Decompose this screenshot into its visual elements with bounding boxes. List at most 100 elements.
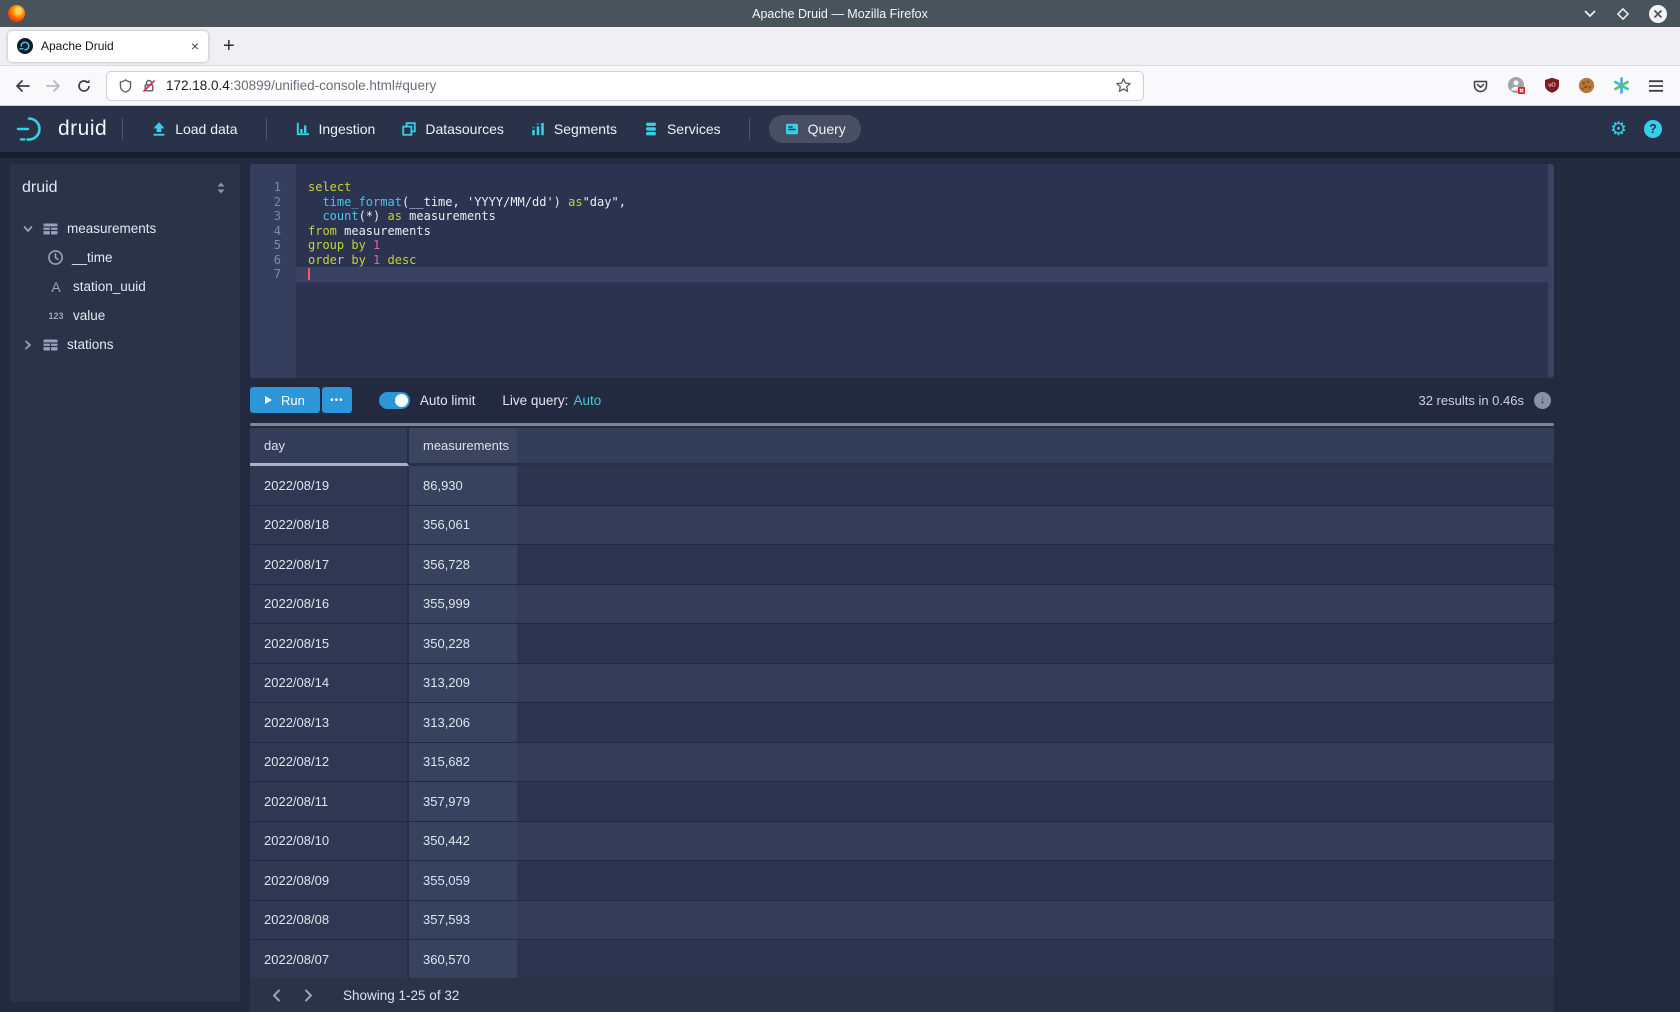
- row-filler: [517, 585, 1554, 624]
- double-caret-icon[interactable]: [214, 180, 228, 196]
- menu-icon[interactable]: [1648, 79, 1664, 93]
- panel-resize-handle[interactable]: [250, 423, 1554, 426]
- cell-measurements[interactable]: 356,728: [409, 545, 517, 584]
- divider: [122, 118, 123, 140]
- row-filler: [517, 624, 1554, 663]
- code-line[interactable]: count(*) as measurements: [296, 209, 1554, 224]
- pocket-icon[interactable]: [1472, 78, 1489, 94]
- nav-item-query[interactable]: Query: [769, 115, 861, 143]
- browser-tab[interactable]: Apache Druid ×: [8, 31, 208, 62]
- ublock-icon[interactable]: uO: [1544, 77, 1560, 94]
- cell-day[interactable]: 2022/08/17: [250, 545, 409, 584]
- cell-day[interactable]: 2022/08/16: [250, 585, 409, 624]
- cell-day[interactable]: 2022/08/11: [250, 782, 409, 821]
- code-line[interactable]: order by 1 desc: [296, 253, 1554, 268]
- column-header-day[interactable]: day: [250, 428, 409, 466]
- code-lines[interactable]: select time_format(__time, 'YYYY/MM/dd')…: [296, 164, 1554, 378]
- sql-token: [366, 253, 373, 267]
- row-filler: [517, 782, 1554, 821]
- nav-item-label: Query: [808, 121, 846, 137]
- lock-insecure-icon[interactable]: [141, 78, 157, 94]
- tree-column-value[interactable]: 123 value: [22, 301, 228, 330]
- download-icon[interactable]: ↓: [1534, 392, 1551, 409]
- cell-day[interactable]: 2022/08/12: [250, 743, 409, 782]
- url-host: 172.18.0.4: [166, 78, 230, 93]
- cell-day[interactable]: 2022/08/10: [250, 822, 409, 861]
- nav-item-services[interactable]: Services: [643, 121, 721, 137]
- cell-measurements[interactable]: 313,209: [409, 664, 517, 703]
- run-button[interactable]: Run: [250, 387, 320, 413]
- column-header-measurements[interactable]: measurements: [409, 428, 517, 466]
- schema-selector[interactable]: druid: [22, 179, 214, 197]
- bookmark-star-icon[interactable]: [1115, 77, 1132, 94]
- account-extension-icon[interactable]: [1507, 76, 1526, 95]
- nav-item-label: Ingestion: [319, 121, 376, 137]
- cell-day[interactable]: 2022/08/19: [250, 466, 409, 505]
- extension-asterisk-icon[interactable]: [1613, 77, 1630, 94]
- url-bar[interactable]: 172.18.0.4:30899/unified-console.html#qu…: [106, 71, 1144, 101]
- cell-measurements[interactable]: 360,570: [409, 940, 517, 978]
- cell-measurements[interactable]: 313,206: [409, 703, 517, 742]
- tree-column-station-uuid[interactable]: A station_uuid: [22, 272, 228, 301]
- nav-item-ingestion[interactable]: Ingestion: [295, 121, 376, 137]
- cell-day[interactable]: 2022/08/08: [250, 901, 409, 940]
- sql-token: ): [554, 195, 568, 209]
- auto-limit-toggle[interactable]: [379, 392, 410, 409]
- cell-measurements[interactable]: 357,979: [409, 782, 517, 821]
- nav-item-datasources[interactable]: Datasources: [401, 121, 504, 137]
- code-line[interactable]: time_format(__time, 'YYYY/MM/dd') as"day…: [296, 195, 1554, 210]
- sql-token: 1: [373, 238, 380, 252]
- reload-icon[interactable]: [76, 78, 92, 94]
- help-icon[interactable]: ?: [1644, 120, 1662, 138]
- chevron-right-icon[interactable]: [22, 339, 34, 351]
- sql-token: [380, 253, 387, 267]
- datasources-icon: [401, 121, 417, 137]
- cell-measurements[interactable]: 355,999: [409, 585, 517, 624]
- run-more-button[interactable]: •••: [322, 387, 352, 413]
- cell-measurements[interactable]: 356,061: [409, 506, 517, 545]
- gear-icon[interactable]: ⚙: [1610, 120, 1627, 139]
- code-line[interactable]: from measurements: [296, 224, 1554, 239]
- code-line[interactable]: group by 1: [296, 238, 1554, 253]
- cell-day[interactable]: 2022/08/13: [250, 703, 409, 742]
- cell-day[interactable]: 2022/08/07: [250, 940, 409, 978]
- line-number: 5: [250, 238, 296, 253]
- play-icon: [265, 396, 272, 404]
- tab-close-icon[interactable]: ×: [191, 39, 199, 53]
- new-tab-button[interactable]: +: [223, 35, 235, 58]
- prev-page-icon[interactable]: [271, 989, 282, 1002]
- load-data-icon: [151, 121, 167, 137]
- next-page-icon[interactable]: [303, 989, 314, 1002]
- cookie-extension-icon[interactable]: [1578, 77, 1595, 94]
- nav-item-load-data[interactable]: Load data: [151, 121, 237, 137]
- tree-table-stations[interactable]: stations: [22, 330, 228, 359]
- cell-measurements[interactable]: 86,930: [409, 466, 517, 505]
- code-line[interactable]: select: [296, 180, 1554, 195]
- sql-editor[interactable]: 1234567 select time_format(__time, 'YYYY…: [250, 164, 1554, 378]
- segments-icon: [530, 121, 546, 137]
- shield-icon[interactable]: [118, 78, 133, 94]
- table-row: 2022/08/14313,209: [250, 664, 1554, 704]
- tree-column-time[interactable]: __time: [22, 243, 228, 272]
- forward-icon[interactable]: [45, 78, 62, 94]
- chevron-down-icon[interactable]: [22, 223, 34, 235]
- cell-day[interactable]: 2022/08/18: [250, 506, 409, 545]
- sql-token: [308, 209, 322, 223]
- sql-token: from: [308, 224, 337, 238]
- cell-day[interactable]: 2022/08/09: [250, 861, 409, 900]
- editor-scrollbar[interactable]: [1548, 164, 1554, 378]
- cell-measurements[interactable]: 357,593: [409, 901, 517, 940]
- cell-day[interactable]: 2022/08/15: [250, 624, 409, 663]
- tree-table-measurements[interactable]: measurements: [22, 214, 228, 243]
- code-line[interactable]: [296, 267, 1554, 282]
- cell-measurements[interactable]: 315,682: [409, 743, 517, 782]
- cell-measurements[interactable]: 350,442: [409, 822, 517, 861]
- cell-measurements[interactable]: 355,059: [409, 861, 517, 900]
- live-query-value[interactable]: Auto: [573, 393, 601, 408]
- line-number: 1: [250, 180, 296, 195]
- nav-item-segments[interactable]: Segments: [530, 121, 617, 137]
- druid-brand[interactable]: druid: [16, 115, 107, 143]
- cell-day[interactable]: 2022/08/14: [250, 664, 409, 703]
- cell-measurements[interactable]: 350,228: [409, 624, 517, 663]
- back-icon[interactable]: [14, 78, 31, 94]
